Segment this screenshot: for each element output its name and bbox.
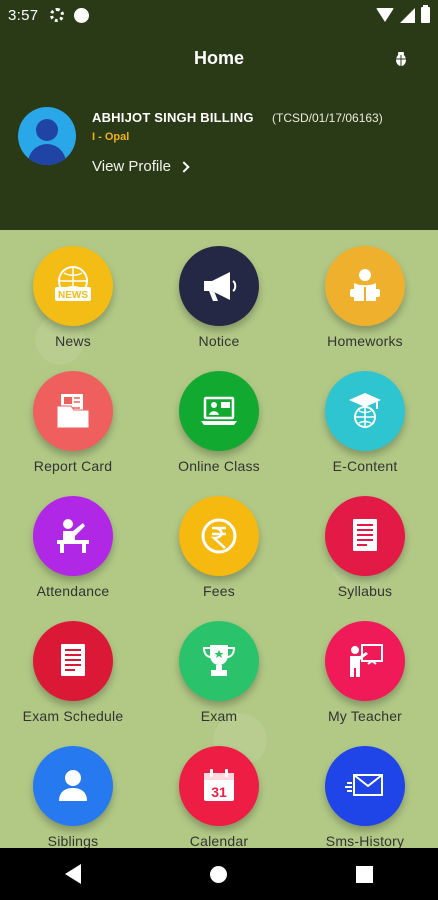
menu-item-online-class[interactable]: Online Class xyxy=(146,370,292,495)
menu-item-exam[interactable]: Exam xyxy=(146,620,292,745)
status-time: 3:57 xyxy=(8,6,39,24)
chevron-right-icon xyxy=(178,160,190,173)
menu-label: Syllabus xyxy=(337,583,393,599)
calendar-day: 31 xyxy=(211,784,227,800)
document-icon xyxy=(61,644,85,676)
exam-schedule-icon-circle[interactable] xyxy=(33,621,113,701)
back-icon[interactable] xyxy=(64,864,81,884)
menu-label: Homeworks xyxy=(327,333,403,349)
menu-item-syllabus[interactable]: Syllabus xyxy=(292,495,438,620)
news-icon-circle[interactable]: NEWS xyxy=(33,246,113,326)
home-icon[interactable] xyxy=(209,865,227,883)
recent-apps-icon[interactable] xyxy=(356,865,374,883)
profile-class: I - Opal xyxy=(92,131,130,143)
menu-item-news[interactable]: NEWS News xyxy=(0,245,146,370)
menu-label: Fees xyxy=(203,583,235,599)
page-title: Home xyxy=(193,48,244,68)
megaphone-icon xyxy=(204,272,237,301)
menu-item-fees[interactable]: Fees xyxy=(146,495,292,620)
siblings-icon-circle[interactable] xyxy=(33,746,113,826)
menu-label: My Teacher xyxy=(327,708,403,724)
homeworks-icon-circle[interactable] xyxy=(325,246,405,326)
menu-item-attendance[interactable]: Attendance xyxy=(0,495,146,620)
e-content-icon-circle[interactable] xyxy=(325,371,405,451)
person-icon xyxy=(59,770,87,801)
menu-label: E-Content xyxy=(332,458,398,474)
menu-grid-area[interactable]: NEWS News Notice Homeworks Report Card O… xyxy=(0,230,438,848)
avatar-head-icon xyxy=(36,119,58,141)
laptop-icon xyxy=(201,396,237,425)
fees-icon-circle[interactable] xyxy=(179,496,259,576)
menu-label: Siblings xyxy=(47,833,99,848)
header: Home ABHIJOT SINGH BILLING (TCSD/01/17/0… xyxy=(0,30,438,230)
attendance-icon-circle[interactable] xyxy=(33,496,113,576)
menu-item-calendar[interactable]: 31 Calendar xyxy=(146,745,292,848)
menu-label: Calendar xyxy=(189,833,249,848)
menu-label: Exam xyxy=(200,708,238,724)
wifi-icon xyxy=(376,8,394,22)
my-teacher-icon-circle[interactable] xyxy=(325,621,405,701)
online-class-icon-circle[interactable] xyxy=(179,371,259,451)
bug-icon[interactable] xyxy=(395,51,407,67)
menu-label: Online Class xyxy=(178,458,260,474)
menu-item-e-content[interactable]: E-Content xyxy=(292,370,438,495)
menu-item-siblings[interactable]: Siblings xyxy=(0,745,146,848)
avatar-body-icon xyxy=(28,144,66,165)
menu-label: Sms-History xyxy=(325,833,405,848)
menu-item-report-card[interactable]: Report Card xyxy=(0,370,146,495)
menu-item-exam-schedule[interactable]: Exam Schedule xyxy=(0,620,146,745)
calendar-icon: 31 xyxy=(204,769,234,801)
menu-item-my-teacher[interactable]: My Teacher xyxy=(292,620,438,745)
newspaper-icon: NEWS xyxy=(55,266,91,301)
menu-label: Report Card xyxy=(33,458,113,474)
menu-label: Notice xyxy=(198,333,240,349)
profile-id: (TCSD/01/17/06163) xyxy=(272,111,383,125)
document-icon xyxy=(353,519,377,551)
report-card-icon-circle[interactable] xyxy=(33,371,113,451)
menu-grid: NEWS News Notice Homeworks Report Card O… xyxy=(0,245,438,848)
notification-dot-icon xyxy=(74,7,90,23)
sms-history-icon-circle[interactable] xyxy=(325,746,405,826)
status-bar: 3:57 xyxy=(0,0,438,30)
view-profile-link[interactable]: View Profile xyxy=(92,158,190,175)
reading-person-icon xyxy=(350,269,380,301)
menu-label: Attendance xyxy=(36,583,110,599)
calendar-icon-circle[interactable]: 31 xyxy=(179,746,259,826)
desk-person-icon xyxy=(57,519,89,553)
rupee-icon xyxy=(201,518,237,554)
signal-icon xyxy=(400,7,415,23)
exam-icon-circle[interactable] xyxy=(179,621,259,701)
svg-text:NEWS: NEWS xyxy=(58,290,88,301)
syllabus-icon-circle[interactable] xyxy=(325,496,405,576)
menu-item-sms-history[interactable]: Sms-History xyxy=(292,745,438,848)
avatar[interactable] xyxy=(18,107,76,165)
trophy-icon xyxy=(202,645,236,676)
notice-icon-circle[interactable] xyxy=(179,246,259,326)
settings-notification-icon xyxy=(50,8,65,22)
view-profile-label: View Profile xyxy=(92,158,171,175)
menu-label: Exam Schedule xyxy=(22,708,124,724)
menu-item-notice[interactable]: Notice xyxy=(146,245,292,370)
globe-graduation-icon xyxy=(349,393,381,428)
profile-name: ABHIJOT SINGH BILLING xyxy=(92,110,254,125)
battery-icon xyxy=(421,5,430,23)
menu-label: News xyxy=(55,333,91,349)
envelope-icon xyxy=(345,774,383,796)
teacher-board-icon xyxy=(350,644,383,677)
report-card-icon xyxy=(56,394,90,429)
menu-item-homeworks[interactable]: Homeworks xyxy=(292,245,438,370)
navigation-bar xyxy=(0,848,438,900)
